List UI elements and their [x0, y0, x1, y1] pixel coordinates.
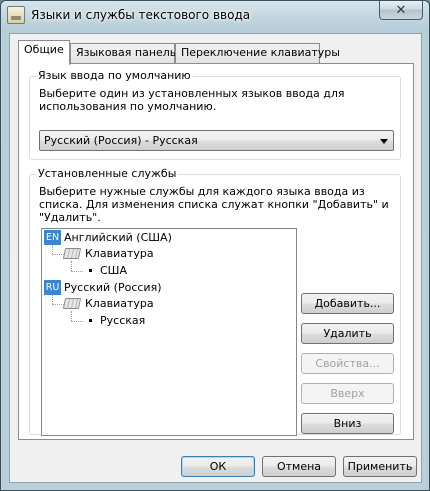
- default-language-legend: Язык ввода по умолчанию: [36, 69, 193, 82]
- tree-item-label: Английский (США): [64, 231, 172, 244]
- default-language-value: Русский (Россия) - Русская: [44, 134, 198, 147]
- tree-item-english-keyboard[interactable]: Клавиатура: [62, 246, 264, 262]
- dropdown-arrow-icon: [380, 139, 388, 144]
- installed-services-description: Выберите нужные службы для каждого языка…: [39, 185, 389, 224]
- default-language-group: Язык ввода по умолчанию Выберите один из…: [29, 69, 401, 160]
- tree-connector: [71, 261, 72, 271]
- tree-item-russian-layout[interactable]: Русская: [84, 313, 234, 329]
- tree-item-english[interactable]: EN Английский (США): [44, 230, 284, 246]
- tree-connector: [71, 311, 72, 321]
- tree-connector: [71, 321, 83, 322]
- ok-button[interactable]: ОК: [181, 456, 255, 477]
- dialog-window: Языки и службы текстового ввода ✕ Общие …: [0, 0, 430, 491]
- tab-language-bar[interactable]: Языковая панель: [70, 43, 176, 63]
- tab-keyboard-switching[interactable]: Переключение клавиатуры: [175, 43, 340, 63]
- tree-item-english-layout[interactable]: США: [84, 263, 234, 279]
- keyboard-icon: [62, 248, 82, 259]
- window-title: Языки и службы текстового ввода: [31, 8, 251, 22]
- installed-services-group: Установленные службы Выберите нужные слу…: [29, 167, 401, 436]
- tree-item-russian[interactable]: RU Русский (Россия): [44, 280, 284, 296]
- dialog-client-area: Общие Языковая панель Переключение клави…: [9, 33, 422, 483]
- language-badge-ru: RU: [44, 280, 61, 295]
- tab-panel-general: Язык ввода по умолчанию Выберите один из…: [18, 63, 414, 440]
- close-icon: ✕: [395, 2, 407, 18]
- tree-item-label: Клавиатура: [85, 247, 154, 260]
- tree-connector: [52, 304, 64, 305]
- add-button[interactable]: Добавить...: [301, 293, 394, 314]
- tree-item-label: Русский (Россия): [64, 281, 162, 294]
- keyboard-app-icon: [7, 6, 25, 24]
- services-tree[interactable]: EN Английский (США) Клавиатура США RU Ру…: [41, 228, 297, 436]
- move-down-button[interactable]: Вниз: [301, 413, 394, 434]
- close-button[interactable]: ✕: [379, 1, 423, 20]
- installed-services-legend: Установленные службы: [36, 167, 179, 180]
- keyboard-icon: [62, 298, 82, 309]
- tree-connector: [71, 271, 83, 272]
- default-language-select[interactable]: Русский (Россия) - Русская: [39, 130, 394, 151]
- title-bar[interactable]: Языки и службы текстового ввода ✕: [1, 1, 429, 33]
- tree-item-label: Клавиатура: [85, 297, 154, 310]
- apply-button[interactable]: Применить: [343, 456, 417, 477]
- properties-button[interactable]: Свойства...: [301, 353, 394, 374]
- tree-connector: [52, 254, 64, 255]
- remove-button[interactable]: Удалить: [301, 323, 394, 344]
- bullet-icon: [89, 269, 92, 272]
- language-badge-en: EN: [44, 230, 61, 245]
- default-language-description: Выберите один из установленных языков вв…: [39, 87, 345, 113]
- tree-item-label: Русская: [100, 314, 146, 327]
- tree-connector: [52, 295, 53, 304]
- move-up-button[interactable]: Вверх: [301, 383, 394, 404]
- tree-item-label: США: [100, 264, 127, 277]
- tab-general[interactable]: Общие: [18, 40, 70, 65]
- cancel-button[interactable]: Отмена: [262, 456, 336, 477]
- tree-item-russian-keyboard[interactable]: Клавиатура: [62, 296, 264, 312]
- tree-connector: [52, 245, 53, 254]
- bullet-icon: [89, 319, 92, 322]
